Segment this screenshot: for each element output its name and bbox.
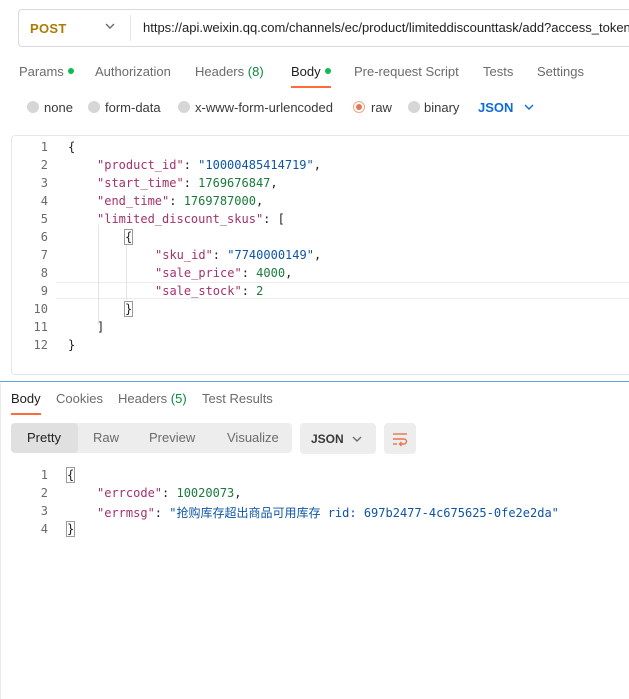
radio-binary[interactable] [408,101,420,113]
radio-raw[interactable] [353,101,365,113]
line-number: 4 [40,194,48,208]
radio-none[interactable] [27,101,39,113]
view-mode-preview[interactable]: Preview [149,430,195,445]
code-line: "start_time": 1769676847, [97,176,278,190]
tab-headers[interactable]: Headers (8) [195,64,264,79]
response-tab-test-results[interactable]: Test Results [202,391,273,406]
code-line: "end_time": 1769787000, [97,194,263,208]
response-line-number: 1 [40,468,48,482]
code-line: } [123,301,134,317]
response-line-number: 2 [40,486,48,500]
code-line: "sale_stock": 2 [155,284,263,298]
chevron-down-icon[interactable] [522,100,536,114]
code-text: "start_time": 1769676847, [97,176,278,190]
tab-body[interactable]: Body [291,64,331,79]
code-line: { [68,140,76,154]
response-tab-body[interactable]: Body [11,391,41,406]
line-number: 9 [40,284,48,298]
line-number: 3 [40,176,48,190]
active-tab-indicator [291,86,331,88]
view-mode-switch: Pretty Raw Preview Visualize [11,423,292,453]
url-separator [130,15,131,41]
response-line: } [65,521,76,537]
response-line-number: 4 [40,522,48,536]
radio-raw-label[interactable]: raw [371,100,392,115]
body-status-dot [324,68,331,74]
params-status-dot [67,68,74,74]
radio-urlencoded[interactable] [178,101,190,113]
response-format-label: JSON [311,432,344,446]
tab-pre-request-script[interactable]: Pre-request Script [354,64,459,79]
code-line: "limited_discount_skus": [ [97,212,285,226]
view-mode-pretty[interactable]: Pretty [27,430,61,445]
line-number: 12 [33,338,48,352]
response-headers-count: (5) [170,391,187,406]
active-line-highlight [56,282,629,299]
url-input[interactable]: https://api.weixin.qq.com/channels/ec/pr… [143,20,629,35]
code-line: "product_id": "10000485414719", [97,158,321,172]
chevron-down-icon [352,436,362,442]
code-text: "sale_price": 4000, [155,266,293,280]
wrap-lines-button[interactable] [384,423,416,454]
headers-count: (8) [247,64,264,79]
code-line: { [123,229,134,245]
line-number: 6 [40,230,48,244]
tab-settings[interactable]: Settings [537,64,584,79]
radio-none-label[interactable]: none [44,100,73,115]
response-tab-headers[interactable]: Headers (5) [118,391,187,406]
active-response-tab-indicator [11,413,41,415]
line-number: 5 [40,212,48,226]
method-select[interactable]: POST [30,21,67,36]
response-text: "errmsg": "抢购库存超出商品可用库存 rid: 697b2477-4c… [97,506,559,520]
line-number: 7 [40,248,48,262]
code-line: ] [97,320,105,334]
radio-binary-label[interactable]: binary [424,100,459,115]
code-line: } [68,338,76,352]
tab-params[interactable]: Params [19,64,74,79]
tab-authorization[interactable]: Authorization [95,64,171,79]
line-number: 2 [40,158,48,172]
indent-guide [126,244,127,300]
response-tab-cookies[interactable]: Cookies [56,391,103,406]
radio-form-data[interactable] [88,101,100,113]
pane-divider[interactable] [0,381,629,382]
code-text: "product_id": "10000485414719", [97,158,321,172]
response-format-select[interactable]: JSON [300,423,376,454]
indent-guide [98,225,99,325]
code-line: "sale_price": 4000, [155,266,292,280]
view-mode-visualize[interactable]: Visualize [227,430,279,445]
wrap-lines-icon [393,433,408,447]
line-number: 8 [40,266,48,280]
format-select[interactable]: JSON [478,100,513,115]
radio-form-data-label[interactable]: form-data [105,100,161,115]
code-text: "sale_stock": 2 [155,284,264,298]
response-line: { [65,467,76,483]
code-line: "sku_id": "7740000149", [155,248,321,262]
line-number: 11 [33,320,48,334]
line-number: 10 [33,302,48,316]
code-text: "sku_id": "7740000149", [155,248,322,262]
url-bar: POST https://api.weixin.qq.com/channels/… [18,9,629,47]
response-line: "errcode": 10020073, [97,486,242,500]
response-line-number: 3 [40,504,48,518]
left-border [0,383,1,699]
radio-urlencoded-label[interactable]: x-www-form-urlencoded [195,100,333,115]
response-line: "errmsg": "抢购库存超出商品可用库存 rid: 697b2477-4c… [97,504,559,521]
tab-tests[interactable]: Tests [483,64,513,79]
code-text: "end_time": 1769787000, [97,194,264,208]
chevron-down-icon[interactable] [103,19,117,33]
view-mode-raw[interactable]: Raw [93,430,119,445]
line-number: 1 [40,140,48,154]
response-text: "errcode": 10020073, [97,486,242,500]
code-text: "limited_discount_skus": [ [97,212,285,226]
